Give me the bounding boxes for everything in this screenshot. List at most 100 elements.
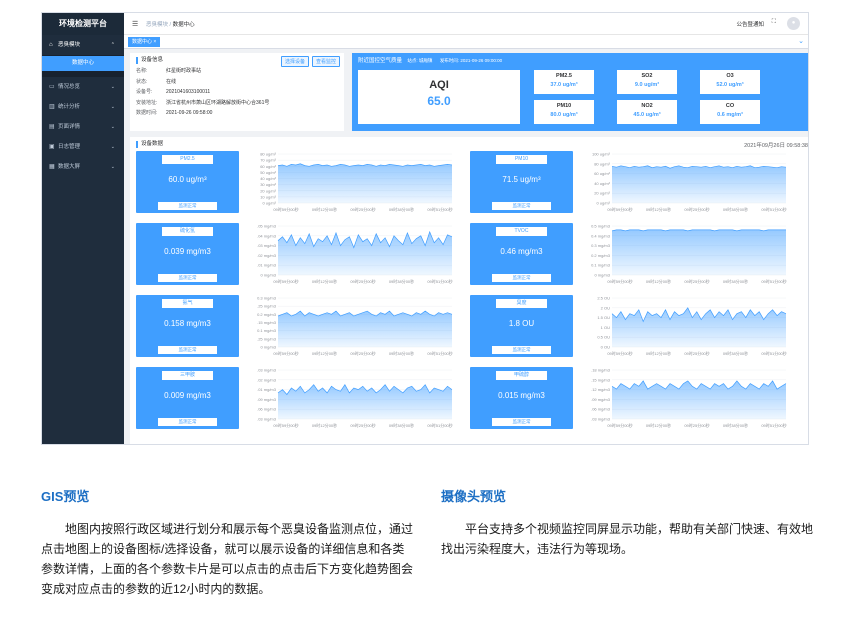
pollutant-card-so2[interactable]: SO2 9.0 ug/m³	[617, 70, 677, 94]
x-tick-label: 09时38分00秒	[389, 278, 414, 284]
series-area	[278, 311, 452, 347]
y-tick-label: 80 ug/m³	[594, 161, 610, 166]
y-tick-label: 50 ug/m³	[260, 170, 276, 175]
metric-trend-chart: 2.5 OU 2 OU 1.5 OU 1 OU 0.5 OU 0 OU 09时59分00秒 0…	[576, 295, 790, 357]
trend-svg: 80 ug/m³70 ug/m³60 ug/m³50 ug/m³40 ug/m³…	[260, 152, 452, 213]
x-tick-label: 09时25分00秒	[350, 350, 375, 356]
metric-card[interactable]: 甲硫醇 0.015 mg/m3 监测正常	[470, 367, 573, 429]
metric-card[interactable]: PM10 71.5 ug/m³ 监测正常	[470, 151, 573, 213]
aqi-card: AQI 65.0	[358, 70, 520, 124]
x-tick-label: 09时51分00秒	[761, 422, 786, 428]
pollutant-value: 9.0 ug/m³	[634, 82, 660, 88]
sidebar-item-page-details[interactable]: ▤ 页面详情 ⌄	[42, 117, 124, 137]
y-tick-label: 0.3 mg/m3	[591, 243, 611, 248]
x-tick-label: 09时59分00秒	[607, 278, 632, 284]
y-tick-label: 30 ug/m³	[260, 182, 276, 187]
y-tick-label: 0 mg/m3	[260, 273, 276, 278]
sidebar-item-big-screen[interactable]: ▦ 数据大屏 ⌄	[42, 157, 124, 177]
tab-data-center[interactable]: 数据中心 ×	[128, 37, 161, 47]
metric-panel: 三甲胺 0.009 mg/m3 监测正常 .03 mg/m3 .02 mg/m3 .01 …	[136, 367, 456, 429]
sidebar-item-log-management[interactable]: ▣ 日志管理 ⌄	[42, 137, 124, 157]
chevron-down-icon[interactable]: ⌄	[798, 37, 804, 45]
metric-card[interactable]: 臭度 1.8 OU 监测正常	[470, 295, 573, 357]
metric-card[interactable]: 硫化氢 0.039 mg/m3 监测正常	[136, 223, 239, 285]
y-tick-label: 0 OU	[601, 345, 610, 350]
device-data-time: 2021年09月26日 09:58:38	[744, 143, 808, 149]
notice-link[interactable]: 公告暨通知	[736, 20, 764, 28]
x-tick-label: 09时59分00秒	[607, 422, 632, 428]
sidebar-item-label: 情况总览	[58, 84, 81, 90]
metric-card[interactable]: TVOC 0.46 mg/m3 监测正常	[470, 223, 573, 285]
metric-card[interactable]: PM2.5 60.0 ug/m³ 监测正常	[136, 151, 239, 213]
feature-descriptions: GIS预览 地图内按照行政区域进行划分和展示每个恶臭设备监测点位，通过点击地图上…	[0, 455, 850, 623]
metric-value: 1.8 OU	[508, 319, 535, 328]
pollutant-card-pm10[interactable]: PM10 80.0 ug/m³	[534, 100, 594, 124]
sidebar-item-overview[interactable]: ▭ 情况总览 ⌄	[42, 77, 124, 97]
y-tick-label: 100 ug/m³	[592, 152, 611, 157]
x-tick-label: 09时59分00秒	[607, 350, 632, 356]
pollutant-card-co[interactable]: CO 0.6 mg/m³	[700, 100, 760, 124]
chevron-down-icon: ⌄	[110, 124, 115, 130]
gis-section-title: GIS预览	[41, 489, 90, 504]
y-tick-label: .03 mg/m3	[257, 417, 277, 422]
metric-value: 60.0 ug/m³	[168, 175, 207, 184]
view-monitor-button[interactable]: 查看监控	[311, 56, 340, 67]
metric-panel: 氨气 0.158 mg/m3 监测正常 0.3 mg/m3 .25 mg/m3 0.2 m…	[136, 295, 456, 357]
metric-name: 臭度	[496, 299, 547, 308]
metric-name: 甲硫醇	[496, 371, 547, 380]
app-title: 环境检测平台	[42, 13, 124, 35]
pollutant-name: PM10	[556, 103, 572, 109]
metric-panel: PM2.5 60.0 ug/m³ 监测正常 80 ug/m³ 70 ug/m³ 60 ug…	[136, 151, 456, 213]
x-tick-label: 09时59分00秒	[273, 206, 298, 212]
x-tick-label: 09时38分00秒	[723, 278, 748, 284]
y-tick-label: 1 OU	[601, 325, 610, 330]
y-tick-label: 0.1 mg/m3	[257, 328, 277, 333]
metric-status: 监测正常	[492, 202, 551, 210]
metric-status: 监测正常	[492, 346, 551, 354]
y-tick-label: 0.3 mg/m3	[257, 296, 277, 301]
metric-name: 氨气	[162, 299, 213, 308]
trend-svg: 0.5 mg/m3 0.4 mg/m3 0.3 mg/m3 0.2 mg/m3 0.1 …	[591, 224, 787, 285]
metric-card[interactable]: 三甲胺 0.009 mg/m3 监测正常	[136, 367, 239, 429]
pollutant-card-o3[interactable]: O3 52.0 ug/m³	[700, 70, 760, 94]
metric-status: 监测正常	[492, 274, 551, 282]
x-tick-label: 09时12分00秒	[646, 350, 671, 356]
sidebar-item-statistics[interactable]: ▥ 统计分析 ⌄	[42, 97, 124, 117]
y-tick-label: .03 mg/m3	[591, 417, 611, 422]
metric-name: TVOC	[496, 227, 547, 236]
air-quality-time: 发布时间: 2021-09-26 09:00:00	[439, 58, 503, 63]
dashboard-icon: ▦	[49, 164, 55, 170]
metric-status: 监测正常	[158, 418, 217, 426]
aqi-value: 65.0	[427, 94, 451, 108]
y-tick-label: .15 mg/m3	[591, 377, 611, 382]
x-tick-label: 09时25分00秒	[350, 422, 375, 428]
metric-panel: PM10 71.5 ug/m³ 监测正常 100 ug/m³ 80 ug/m³ 60 ug…	[470, 151, 790, 213]
sidebar-subitem-data-center[interactable]: 数据中心	[42, 56, 124, 71]
y-tick-label: 2.5 OU	[597, 296, 610, 301]
metric-panel: TVOC 0.46 mg/m3 监测正常 0.5 mg/m3 0.4 mg/m3 0.3 …	[470, 223, 790, 285]
metric-name: 三甲胺	[162, 371, 213, 380]
sidebar-item-odor-module[interactable]: ⌂ 恶臭模块 ⌃	[42, 35, 124, 55]
fullscreen-icon[interactable]: ⛶	[772, 19, 776, 26]
y-tick-label: .12 mg/m3	[591, 387, 611, 392]
hamburger-icon[interactable]: ☰	[132, 20, 138, 28]
breadcrumb-parent[interactable]: 恶臭模块	[146, 22, 168, 28]
y-tick-label: 0 ug/m³	[596, 201, 610, 206]
metric-value: 0.009 mg/m3	[164, 391, 211, 400]
gis-section-text: 地图内按照行政区域进行划分和展示每个恶臭设备监测点位，通过点击地图上的设备图标/…	[41, 522, 414, 596]
pollutant-card-pm25[interactable]: PM2.5 37.0 ug/m³	[534, 70, 594, 94]
content: 设备信息 选择设备 查看监控 名称: 红星街时政事站 状态: 在线 设备号: 2021…	[124, 49, 808, 444]
chevron-down-icon: ⌄	[110, 84, 115, 90]
x-tick-label: 09时51分00秒	[427, 422, 452, 428]
y-tick-label: .05 mg/m3	[257, 224, 277, 229]
avatar[interactable]: ●	[787, 17, 800, 30]
x-tick-label: 09时51分00秒	[761, 278, 786, 284]
x-tick-label: 09时38分00秒	[723, 350, 748, 356]
pollutant-card-no2[interactable]: NO2 45.0 ug/m³	[617, 100, 677, 124]
x-tick-label: 09时12分00秒	[646, 422, 671, 428]
info-value: 浙江省杭州市萧山区环湖路解放街中心合361号	[166, 99, 270, 106]
select-device-button[interactable]: 选择设备	[280, 56, 309, 67]
metric-card[interactable]: 氨气 0.158 mg/m3 监测正常	[136, 295, 239, 357]
sidebar-item-label: 数据大屏	[58, 164, 81, 170]
y-tick-label: 70 ug/m³	[260, 158, 276, 163]
